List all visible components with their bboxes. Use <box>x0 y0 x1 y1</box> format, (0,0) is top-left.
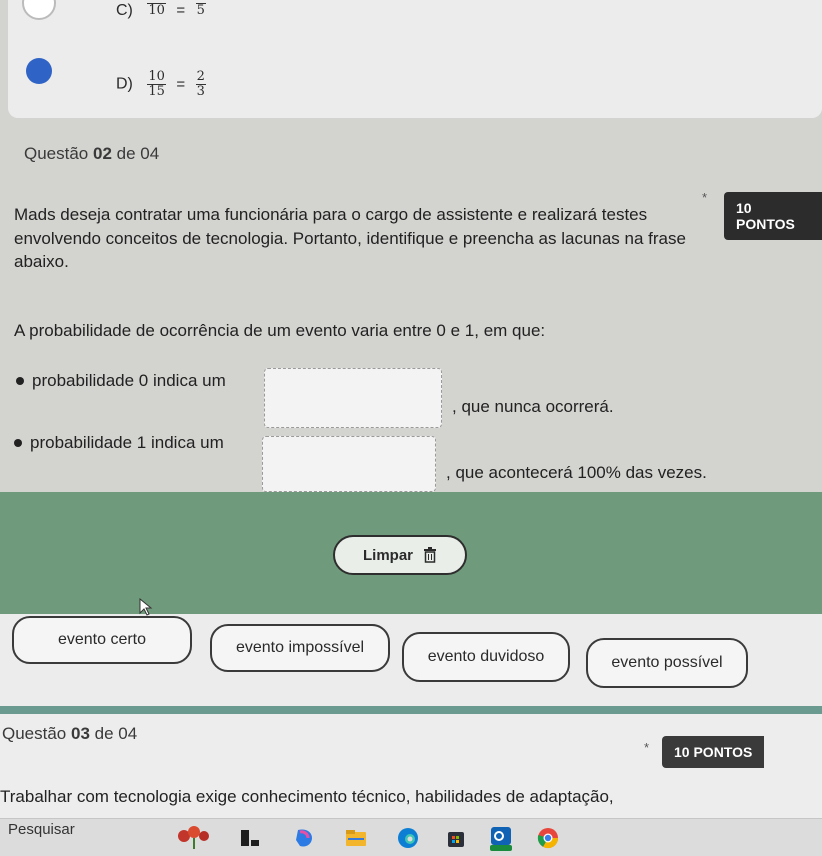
clear-button-label: Limpar <box>362 546 413 564</box>
option-d[interactable]: D) 10 15 = 2 3 <box>116 70 206 99</box>
chrome-icon[interactable] <box>536 826 560 850</box>
question-2-text-line1: Mads deseja contratar uma funcionária pa… <box>14 205 648 224</box>
bullet-2-after: , que acontecerá 100% das vezes. <box>446 463 707 482</box>
question-2-header: Questão 02 de 04 <box>24 144 160 163</box>
choice-evento-duvidoso[interactable]: evento duvidoso <box>402 632 570 682</box>
taskbar-search[interactable]: Pesquisar <box>8 821 75 838</box>
points-badge: 10 PONTOS <box>662 736 765 768</box>
required-star: * <box>644 740 650 755</box>
file-explorer-icon[interactable] <box>344 826 368 850</box>
copilot-icon[interactable] <box>292 826 316 850</box>
task-view-icon[interactable] <box>238 826 262 850</box>
bullet-2-before: probabilidade 1 indica um <box>30 433 224 452</box>
option-c-fraction-left: 10 <box>147 3 166 19</box>
points-badge: 10 PONTOS <box>724 192 822 240</box>
blank-1-dropzone[interactable] <box>264 368 442 428</box>
store-icon[interactable] <box>444 826 468 850</box>
question-2-statement: A probabilidade de ocorrência de um even… <box>14 321 546 340</box>
choice-evento-possivel[interactable]: evento possível <box>586 638 748 688</box>
bullet-1-after: , que nunca ocorrerá. <box>452 397 614 416</box>
option-c-fraction-right: 5 <box>195 3 206 19</box>
bullet-1-before: probabilidade 0 indica um <box>32 371 226 390</box>
option-c-letter: C) <box>116 2 133 19</box>
trash-icon <box>424 547 436 563</box>
clear-button[interactable]: Limpar <box>333 535 467 575</box>
outlook-new-icon[interactable] <box>488 824 514 852</box>
option-d-fraction-left: 10 15 <box>147 69 166 99</box>
blank-2-dropzone[interactable] <box>262 436 436 492</box>
option-d-letter: D) <box>116 75 133 93</box>
flowers-icon <box>178 826 209 849</box>
edge-browser-icon[interactable] <box>396 826 420 850</box>
choice-evento-impossivel[interactable]: evento impossível <box>210 624 390 672</box>
cursor-arrow-icon <box>139 598 153 616</box>
question-3-header: Questão 03 de 04 <box>2 724 138 743</box>
option-d-fraction-right: 2 3 <box>195 69 206 99</box>
option-d-radio[interactable] <box>26 58 52 84</box>
question-2-text-line3: abaixo. <box>14 252 69 271</box>
question-2-text-line2: envolvendo conceitos de tecnologia. Port… <box>14 229 686 248</box>
bullet-dot <box>14 439 22 447</box>
option-c[interactable]: C) 10 = 5 <box>116 2 206 20</box>
choice-evento-certo[interactable]: evento certo <box>12 616 192 664</box>
bullet-dot <box>16 377 24 385</box>
question-3-text: Trabalhar com tecnologia exige conhecime… <box>0 787 614 806</box>
required-star: * <box>702 190 708 205</box>
